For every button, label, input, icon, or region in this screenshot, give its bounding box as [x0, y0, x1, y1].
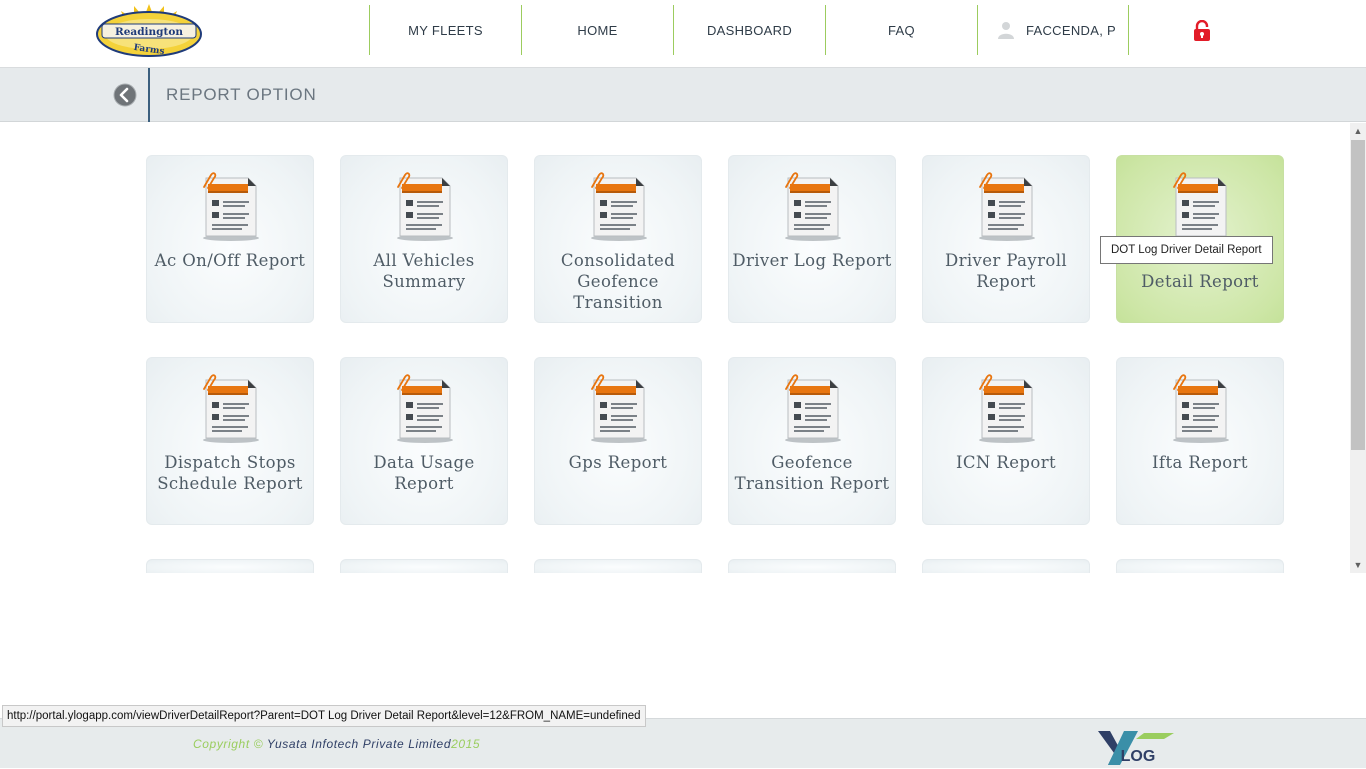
report-tile-ifta[interactable]: Ifta Report	[1116, 357, 1284, 525]
report-tile-partial[interactable]	[1116, 559, 1284, 573]
report-tile-driver-payroll[interactable]: Driver Payroll Report	[922, 155, 1090, 323]
report-tile-label: Ifta Report	[1152, 453, 1248, 472]
report-document-icon	[1172, 374, 1230, 444]
report-document-icon	[784, 374, 842, 444]
report-grid: Ac On/Off Report All Vehicles Summary Co…	[146, 155, 1284, 573]
sub-header: REPORT OPTION	[0, 68, 1366, 122]
report-tile-label: Driver Log Report	[732, 251, 892, 270]
scroll-up-icon[interactable]: ▲	[1350, 123, 1366, 139]
nav-home[interactable]: HOME	[521, 5, 673, 55]
report-document-icon	[396, 374, 454, 444]
nav-dashboard[interactable]: DASHBOARD	[673, 5, 825, 55]
report-options-panel: Ac On/Off Report All Vehicles Summary Co…	[0, 123, 1350, 573]
nav-user-menu[interactable]: FACCENDA, P	[977, 5, 1129, 55]
report-tile-partial[interactable]	[728, 559, 896, 573]
report-document-icon	[590, 172, 648, 242]
report-tile-label: Detail Report	[1141, 272, 1259, 291]
report-tile-geofence-transition[interactable]: Geofence Transition Report	[728, 357, 896, 525]
readington-farms-logo[interactable]: Readington Farms	[94, 4, 204, 58]
report-tile-partial[interactable]	[534, 559, 702, 573]
report-document-icon	[590, 374, 648, 444]
page-title: REPORT OPTION	[166, 85, 317, 104]
report-document-icon	[978, 374, 1036, 444]
report-tile-label: Ac On/Off Report	[154, 251, 306, 270]
report-tile-label: Gps Report	[568, 453, 668, 472]
report-tile-driver-log[interactable]: Driver Log Report	[728, 155, 896, 323]
report-document-icon	[784, 172, 842, 242]
report-tile-all-vehicles-summary[interactable]: All Vehicles Summary	[340, 155, 508, 323]
report-tile-partial[interactable]	[146, 559, 314, 573]
report-tile-label: Data Usage Report	[373, 453, 475, 493]
report-tile-dispatch-stops-schedule[interactable]: Dispatch Stops Schedule Report	[146, 357, 314, 525]
report-tile-partial[interactable]	[922, 559, 1090, 573]
user-name: FACCENDA, P	[1026, 22, 1116, 38]
header-divider	[148, 68, 150, 122]
report-tile-partial[interactable]	[340, 559, 508, 573]
tooltip: DOT Log Driver Detail Report	[1100, 236, 1273, 264]
copyright-year: 2015	[451, 737, 481, 751]
company-name: Yusata Infotech Private Limited	[266, 737, 452, 751]
copyright-prefix: Copyright ©	[193, 737, 264, 751]
lock-icon[interactable]	[1192, 20, 1212, 42]
scroll-thumb[interactable]	[1351, 140, 1365, 450]
logo-text-line1: Readington	[115, 26, 183, 38]
report-tile-label: Consolidated Geofence Transition	[560, 251, 676, 312]
nav-my-fleets[interactable]: MY FLEETS	[369, 5, 521, 55]
vertical-scrollbar[interactable]: ▲ ▼	[1350, 123, 1366, 573]
report-document-icon	[978, 172, 1036, 242]
report-document-icon	[1172, 172, 1230, 242]
report-tile-icn[interactable]: ICN Report	[922, 357, 1090, 525]
report-tile-label: Driver Payroll Report	[944, 251, 1068, 291]
report-document-icon	[202, 172, 260, 242]
chevron-left-icon[interactable]	[113, 83, 137, 107]
report-tile-gps[interactable]: Gps Report	[534, 357, 702, 525]
main-nav: MY FLEETS HOME DASHBOARD FAQ FACCENDA, P	[369, 5, 1129, 55]
ylog-logo: LOG	[1098, 731, 1174, 765]
report-tile-label: ICN Report	[955, 453, 1057, 472]
user-icon	[998, 22, 1014, 39]
report-tile-data-usage[interactable]: Data Usage Report	[340, 357, 508, 525]
report-document-icon	[396, 172, 454, 242]
top-bar: Readington Farms MY FLEETS HOME DASHBOAR…	[0, 0, 1366, 68]
report-tile-label: All Vehicles Summary	[373, 251, 475, 291]
report-tile-consolidated-geofence-transition[interactable]: Consolidated Geofence Transition	[534, 155, 702, 323]
report-tile-label: Dispatch Stops Schedule Report	[157, 453, 303, 493]
report-tile-ac-on-off[interactable]: Ac On/Off Report	[146, 155, 314, 323]
report-tile-label: Geofence Transition Report	[734, 453, 890, 493]
nav-faq[interactable]: FAQ	[825, 5, 977, 55]
scroll-down-icon[interactable]: ▼	[1350, 557, 1366, 573]
report-document-icon	[202, 374, 260, 444]
ylog-logo-text: LOG	[1121, 748, 1156, 765]
link-preview-statusbar: http://portal.ylogapp.com/viewDriverDeta…	[2, 705, 646, 727]
copyright: Copyright © Yusata Infotech Private Limi…	[193, 737, 480, 751]
